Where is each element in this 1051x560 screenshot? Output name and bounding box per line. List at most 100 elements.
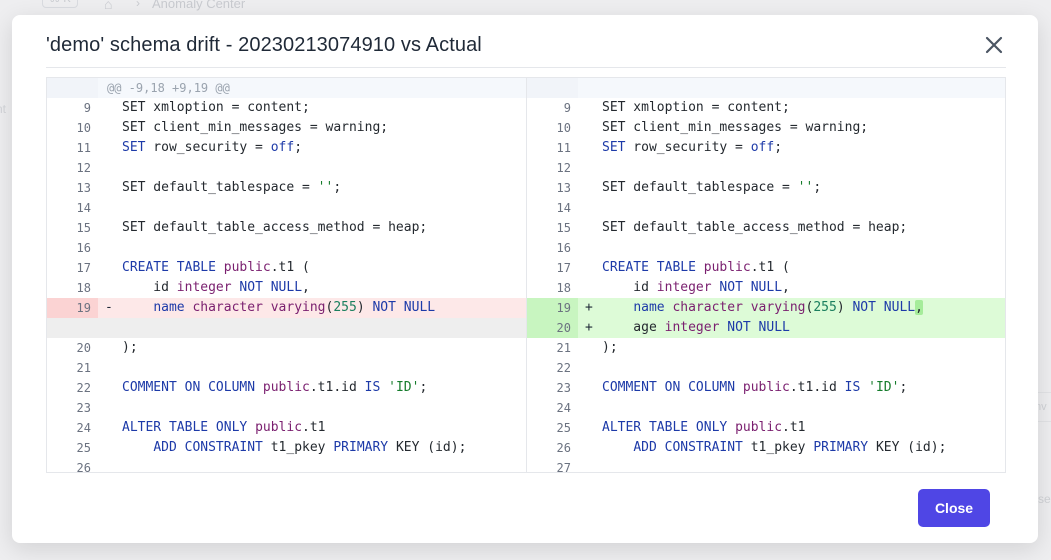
code-text: ALTER TABLE ONLY public.t1	[122, 418, 326, 438]
diff-line-left: 22 COMMENT ON COLUMN public.t1.id IS 'ID'…	[47, 378, 526, 398]
code-token: NOT NULL	[852, 300, 916, 315]
code-token: KEY (id);	[388, 440, 467, 455]
code-token: SET default_table_access_method = heap;	[602, 220, 908, 235]
diff-line-right: 21);	[527, 338, 1005, 358]
close-icon[interactable]	[982, 33, 1006, 57]
code-token: SET client_min_messages = warning;	[602, 120, 869, 135]
code-token: NOT NULL	[719, 320, 790, 335]
code-text: name character varying(255) NOT NULL,	[602, 298, 923, 318]
line-number: 25	[556, 421, 571, 435]
diff-line-left: 14	[47, 198, 526, 218]
removed-marker: -	[105, 300, 113, 315]
code-text: SET row_security = off;	[122, 138, 302, 158]
diff-line-right: 23 COMMENT ON COLUMN public.t1.id IS 'ID'…	[527, 378, 1005, 398]
code-token: SET xmloption = content;	[122, 100, 310, 115]
diff-pane-left[interactable]: @@ -9,18 +9,19 @@ 9 SET xmloption = conte…	[47, 78, 527, 472]
code-token: NOT NULL	[711, 280, 783, 295]
diff-line-left: 16	[47, 238, 526, 258]
code-text: SET client_min_messages = warning;	[122, 118, 388, 138]
code-text: ADD CONSTRAINT t1_pkey PRIMARY KEY (id);	[122, 438, 466, 458]
diff-line-left: 15 SET default_table_access_method = heap…	[47, 218, 526, 238]
diff-line-right: 22	[527, 358, 1005, 378]
line-number: 15	[76, 221, 91, 235]
line-number: 11	[556, 141, 571, 155]
line-number	[47, 318, 98, 338]
line-number: 26	[556, 441, 571, 455]
code-text: id integer NOT NULL,	[122, 278, 310, 298]
code-token: PRIMARY	[813, 440, 869, 455]
code-token: id	[122, 280, 177, 295]
code-token: 255	[333, 300, 357, 315]
code-token: ALTER TABLE ONLY	[602, 420, 736, 435]
line-number: 17	[76, 261, 91, 275]
code-token: CREATE TABLE	[122, 260, 224, 275]
diff-line-left: 23	[47, 398, 526, 418]
shortcut-badge: ⌘ K	[42, 0, 78, 8]
code-token: );	[602, 340, 618, 355]
diff-line-right: 27	[527, 458, 1005, 472]
code-token: SET	[602, 140, 626, 155]
code-token: .t1.id	[789, 380, 845, 395]
line-number: 10	[76, 121, 91, 135]
diff-line-left: 25 ADD CONSTRAINT t1_pkey PRIMARY KEY (i…	[47, 438, 526, 458]
code-token: SET default_table_access_method = heap;	[122, 220, 428, 235]
code-text: SET row_security = off;	[602, 138, 782, 158]
code-token: ;	[774, 140, 783, 155]
line-number: 9	[83, 101, 91, 115]
diff-line-right: 12	[527, 158, 1005, 178]
code-token: ;	[419, 380, 428, 395]
line-number: 23	[76, 401, 91, 415]
line-number: 22	[76, 381, 91, 395]
diff-line-right: 24	[527, 398, 1005, 418]
code-token: ;	[899, 380, 908, 395]
code-token: character varying	[672, 300, 806, 315]
hunk-header: @@ -9,18 +9,19 @@	[47, 78, 526, 98]
code-token: ''	[317, 180, 334, 195]
diff-line-right: 14	[527, 198, 1005, 218]
line-number: 24	[556, 401, 571, 415]
code-text: SET client_min_messages = warning;	[602, 118, 868, 138]
diff-line-right: 15 SET default_table_access_method = heap…	[527, 218, 1005, 238]
code-text: SET default_table_access_method = heap;	[122, 218, 427, 238]
diff-line-left: 20);	[47, 338, 526, 358]
background-topbar: ⌘ K ⌂ › Anomaly Center	[0, 0, 1051, 14]
code-token: 'ID'	[868, 380, 900, 395]
code-text: COMMENT ON COLUMN public.t1.id IS 'ID';	[122, 378, 427, 398]
code-token: public	[262, 380, 310, 395]
diff-line-left: 11 SET row_security = off;	[47, 138, 526, 158]
diff-line-left: 12	[47, 158, 526, 178]
code-token: SET default_tablespace =	[602, 180, 798, 195]
diff-line-right: 10 SET client_min_messages = warning;	[527, 118, 1005, 138]
diff-line-left: 9 SET xmloption = content;	[47, 98, 526, 118]
code-text: id integer NOT NULL,	[602, 278, 790, 298]
code-token: ADD CONSTRAINT	[633, 440, 743, 455]
code-text: SET default_tablespace = '';	[122, 178, 341, 198]
code-token: NOT NULL	[372, 300, 436, 315]
code-text: ADD CONSTRAINT t1_pkey PRIMARY KEY (id);	[602, 438, 946, 458]
code-token: IS	[844, 380, 861, 395]
code-token: CREATE TABLE	[602, 260, 704, 275]
code-token: public	[742, 380, 790, 395]
added-marker: +	[585, 300, 593, 315]
code-text: age integer NOT NULL	[602, 318, 790, 338]
close-button[interactable]: Close	[918, 489, 990, 527]
code-text: COMMENT ON COLUMN public.t1.id IS 'ID';	[602, 378, 907, 398]
line-number: 24	[76, 421, 91, 435]
diff-line-left	[47, 318, 526, 338]
line-number: 16	[556, 241, 571, 255]
code-token: ADD CONSTRAINT	[153, 440, 263, 455]
diff-line-left: 24 ALTER TABLE ONLY public.t1	[47, 418, 526, 438]
line-number: 20	[76, 341, 91, 355]
code-token: character varying	[192, 300, 326, 315]
code-token: KEY (id);	[868, 440, 947, 455]
code-token: .t1 (	[270, 260, 310, 275]
diff-pane-right[interactable]: 9 SET xmloption = content; 10 SET client_mi…	[527, 78, 1005, 472]
code-token: SET default_tablespace =	[122, 180, 318, 195]
diff-line-right: 26 ADD CONSTRAINT t1_pkey PRIMARY KEY (i…	[527, 438, 1005, 458]
added-marker: +	[585, 320, 593, 335]
code-text: ALTER TABLE ONLY public.t1	[602, 418, 806, 438]
diff-line-right: 11 SET row_security = off;	[527, 138, 1005, 158]
code-token: ''	[797, 180, 814, 195]
